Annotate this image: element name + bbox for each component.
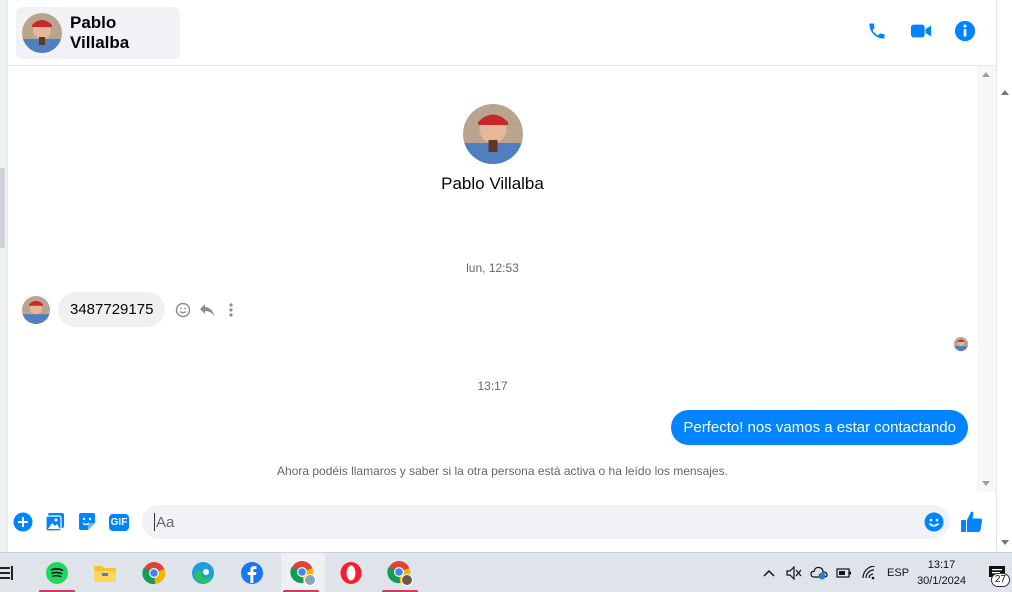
contact-name: Pablo Villalba [70,13,130,52]
more-options-icon[interactable] [223,302,239,318]
volume-muted-icon[interactable] [783,553,805,592]
window-scrollbar[interactable] [996,0,1012,552]
file-explorer-icon[interactable] [85,553,125,592]
profile-block: Pablo Villalba [8,104,977,194]
composer-actions: GIF [13,512,129,532]
header-actions [866,20,976,42]
system-tray: ESP 13:17 30/1/2024 27 [758,553,1012,592]
react-icon[interactable] [175,302,191,318]
profile-avatar [462,104,523,164]
info-icon[interactable] [954,20,976,42]
system-clock[interactable]: 13:17 30/1/2024 [917,557,966,589]
incoming-message-bubble[interactable]: 3487729175 [58,292,166,327]
language-indicator[interactable]: ESP [887,567,909,579]
windows-taskbar: ESP 13:17 30/1/2024 27 [0,552,1012,592]
battery-icon[interactable] [833,553,855,592]
conversation-scrollbar[interactable] [977,66,996,492]
gif-label: GIF [109,513,129,531]
left-scroll-notch [0,168,5,248]
reply-icon[interactable] [199,302,215,318]
chrome-icon[interactable] [134,553,174,592]
sender-avatar[interactable] [22,295,50,324]
facebook-icon[interactable] [232,553,272,592]
notification-count-badge: 27 [990,573,1010,587]
message-actions [175,302,239,318]
chrome-profile-2-icon[interactable] [380,553,420,592]
chat-header: Pablo Villalba [8,0,996,66]
contact-chip[interactable]: Pablo Villalba [16,7,180,59]
left-window-edge [0,0,8,552]
opera-icon[interactable] [331,553,371,592]
timestamp-divider: lun, 12:53 [466,261,519,275]
wifi-icon[interactable] [858,553,880,592]
contact-avatar [22,13,62,53]
sticker-icon[interactable] [77,512,97,532]
outgoing-message-bubble[interactable]: Perfecto! nos vamos a estar contactando [671,410,968,445]
profile-name: Pablo Villalba [441,174,544,193]
message-composer: GIF [8,498,996,548]
timestamp-divider: 13:17 [477,379,508,393]
system-note: Ahora podéis llamaros y saber si la otra… [277,464,728,478]
onedrive-sync-icon[interactable] [808,553,830,592]
thumbs-up-icon[interactable] [960,510,984,534]
phone-icon[interactable] [866,20,888,42]
emoji-icon[interactable] [924,512,944,532]
incoming-message-row: 3487729175 [22,292,239,327]
gif-icon[interactable]: GIF [109,512,129,532]
video-icon[interactable] [910,20,932,42]
spotify-icon[interactable] [37,553,77,592]
chevron-up-icon[interactable] [758,553,780,592]
clock-date: 30/1/2024 [917,575,966,587]
clock-time: 13:17 [927,559,956,571]
photo-icon[interactable] [45,512,65,532]
window-scroll-down-arrow[interactable] [1001,540,1009,545]
chrome-profile-icon[interactable] [281,553,325,592]
seen-indicator-avatar [954,337,968,351]
message-input-container[interactable] [142,505,950,539]
window-scroll-up-arrow[interactable] [1001,90,1009,95]
conversation-area[interactable]: Pablo Villalba lun, 12:53 3487729175 13:… [8,66,977,492]
message-input[interactable] [154,513,914,531]
notification-center-icon[interactable]: 27 [982,553,1012,592]
scroll-up-arrow[interactable] [982,72,990,77]
scroll-down-arrow[interactable] [982,481,990,486]
task-view-icon[interactable] [0,563,14,583]
add-icon[interactable] [13,512,33,532]
edge-icon[interactable] [183,553,223,592]
